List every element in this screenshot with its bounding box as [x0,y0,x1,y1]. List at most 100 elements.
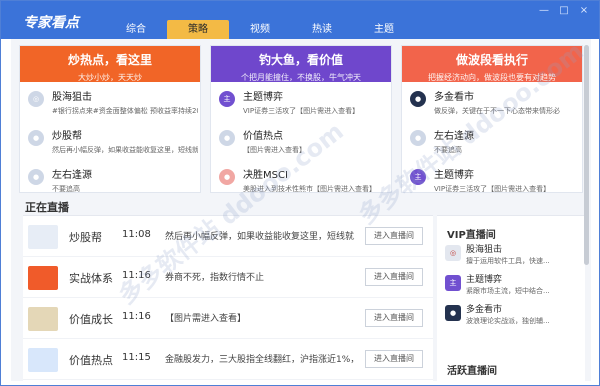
vip-desc: 紧跟市场主流，短中结合... [466,287,550,295]
main-window: 专家看点 综合 策略 视频 热读 主题 — □ × 炒热点，看这里 大炒小炒，天… [0,0,600,386]
tab-bar: 综合 策略 视频 热读 主题 [105,20,415,39]
hotspot-card: 炒热点，看这里 大炒小炒，天天炒 ◎ 股海狙击 #银行拐点来#资金面整体偏松 预收益… [19,45,201,193]
vip-title: VIP直播间 [447,230,496,241]
item-name: 多金看市 [434,92,474,103]
enter-room-button[interactable]: 进入直播间 [365,350,423,368]
card-header: 炒热点，看这里 大炒小炒，天天炒 [20,46,200,82]
vip-item[interactable]: ◎ 股海狙击 擅于运用软件工具，快速... [445,242,583,270]
live-row[interactable]: 炒股帮 11:08 然后再小幅反弹，如果收益能收复这里，短线就... 进入直播间 [23,216,433,257]
card-item[interactable]: ● 决胜MSCI 美股进入到技术性熊市【图片需进入查看】 [211,166,391,199]
live-name: 炒股帮 [69,231,102,244]
live-time: 11:16 [122,270,151,281]
card-title: 做波段看执行 [455,53,528,67]
card-subtitle: 大炒小炒，天天炒 [78,73,142,82]
item-name: 主题博弈 [434,170,474,181]
live-time: 11:15 [122,352,151,363]
item-name: 股海狙击 [52,92,92,103]
value-card: 钓大鱼，看价值 个把月能撞住，不换股，牛气冲天 主主题博弈 VIP证券三活攻了【图… [210,45,392,193]
card-item[interactable]: 主主题博弈 VIP证券三活攻了【图片需进入查看】 [402,166,582,199]
live-name: 实战体系 [69,272,113,285]
avatar: ● [28,130,44,146]
live-row[interactable]: 价值成长 11:16 【图片需进入查看】 进入直播间 [23,298,433,339]
live-list: 炒股帮 11:08 然后再小幅反弹，如果收益能收复这里，短线就... 进入直播间… [23,215,433,381]
card-subtitle: 把握经济动向，做波段也要有对趋势 [428,73,556,82]
item-desc: VIP证券三活攻了【图片需进入查看】 [434,185,551,193]
card-item[interactable]: ● 炒股帮然后再小幅反弹，如果收益能收复这里，短线就 [20,127,200,160]
minimize-icon[interactable]: — [537,5,551,17]
avatar: ◎ [28,91,44,107]
item-name: 左右逢源 [434,131,474,142]
top-bar: 专家看点 综合 策略 视频 热读 主题 — □ × [1,1,599,39]
avatar: ● [410,91,426,107]
item-desc: VIP证券三活攻了【图片需进入查看】 [243,107,360,115]
logo-icon [28,266,58,290]
vip-item[interactable]: 主 主题博弈 紧跟市场主流，短中结合... [445,272,583,300]
card-item[interactable]: ◎ 股海狙击 #银行拐点来#资金面整体偏松 预收益率持续20 [20,88,200,121]
target-icon: ◎ [445,245,461,261]
scrollbar[interactable] [584,45,589,265]
live-name: 价值热点 [69,354,113,367]
swing-card: 做波段看执行 把握经济动向，做波段也要有对趋势 ● 多金看市做反弹，关键在于不一下… [401,45,583,193]
avatar: 主 [445,275,461,291]
enter-room-button[interactable]: 进入直播间 [365,227,423,245]
enter-room-button[interactable]: 进入直播间 [365,268,423,286]
active-rooms-title: 活跃直播间 [447,366,497,377]
card-item[interactable]: ● 左右逢源不要追高 [402,127,582,160]
item-name: 价值热点 [243,131,283,142]
avatar: 主 [410,169,426,185]
card-item[interactable]: ● 价值热点 【图片需进入查看】 [211,127,391,160]
close-icon[interactable]: × [577,5,591,17]
tab-hot-read[interactable]: 热读 [291,20,353,39]
live-message: 券商不死，指数行情不止 [165,273,265,283]
card-header: 做波段看执行 把握经济动向，做波段也要有对趋势 [402,46,582,82]
vip-name: 主题博弈 [466,275,503,285]
vip-desc: 擅于运用软件工具，快速... [466,257,550,265]
card-item[interactable]: ● 多金看市做反弹，关键在于不一下心态带来情形必 [402,88,582,121]
tab-general[interactable]: 综合 [105,20,167,39]
live-name: 价值成长 [69,313,113,326]
content-area: 炒热点，看这里 大炒小炒，天天炒 ◎ 股海狙击 #银行拐点来#资金面整体偏松 预收益… [11,39,591,381]
avatar: ● [445,305,461,321]
live-row[interactable]: 实战体系 11:16 券商不死，指数行情不止 进入直播间 [23,257,433,298]
card-item[interactable]: 主主题博弈 VIP证券三活攻了【图片需进入查看】 [211,88,391,121]
avatar: ● [219,169,235,185]
app-title: 专家看点 [23,15,79,31]
tab-video[interactable]: 视频 [229,20,291,39]
live-section-title: 正在直播 [25,201,69,214]
vip-item[interactable]: ● 多金看市 波浪理论实战派，独创辅... [445,302,583,330]
item-name: 炒股帮 [52,131,82,142]
avatar: ● [219,130,235,146]
avatar: ● [410,130,426,146]
item-desc: 做反弹，关键在于不一下心态带来情形必 [434,107,560,115]
card-header: 钓大鱼，看价值 个把月能撞住，不换股，牛气冲天 [211,46,391,82]
avatar [28,307,58,331]
live-message: 金融股发力，三大股指全线翻红，沪指涨近1%，... [165,355,355,365]
item-desc: 美股进入到技术性熊市【图片需进入查看】 [243,185,376,193]
avatar: ● [28,169,44,185]
item-desc: 不要追高 [434,146,462,154]
vip-panel: VIP直播间 ◎ 股海狙击 擅于运用软件工具，快速... 主 主题博弈 紧跟市场… [437,215,585,381]
enter-room-button[interactable]: 进入直播间 [365,309,423,327]
item-name: 决胜MSCI [243,170,288,181]
card-item[interactable]: ● 左右逢源不要追高 [20,166,200,199]
card-title: 炒热点，看这里 [67,53,152,67]
item-desc: 然后再小幅反弹，如果收益能收复这里，短线就 [52,146,198,154]
live-message: 【图片需进入查看】 [165,314,247,324]
item-desc: #银行拐点来#资金面整体偏松 预收益率持续20 [52,107,198,115]
maximize-icon[interactable]: □ [557,5,571,17]
avatar [28,348,58,372]
item-desc: 不要追高 [52,185,80,193]
tab-strategy[interactable]: 策略 [167,20,229,39]
card-title: 钓大鱼，看价值 [258,53,343,67]
window-controls: — □ × [537,5,591,17]
vip-name: 股海狙击 [466,245,503,255]
live-time: 11:16 [122,311,151,322]
item-name: 左右逢源 [52,170,92,181]
live-message: 然后再小幅反弹，如果收益能收复这里，短线就... [165,232,355,242]
tab-theme[interactable]: 主题 [353,20,415,39]
live-row[interactable]: 价值热点 11:15 金融股发力，三大股指全线翻红，沪指涨近1%，... 进入直… [23,339,433,380]
live-time: 11:08 [122,229,151,240]
vip-name: 多金看市 [466,305,503,315]
item-name: 主题博弈 [243,92,283,103]
card-subtitle: 个把月能撞住，不换股，牛气冲天 [241,73,361,82]
